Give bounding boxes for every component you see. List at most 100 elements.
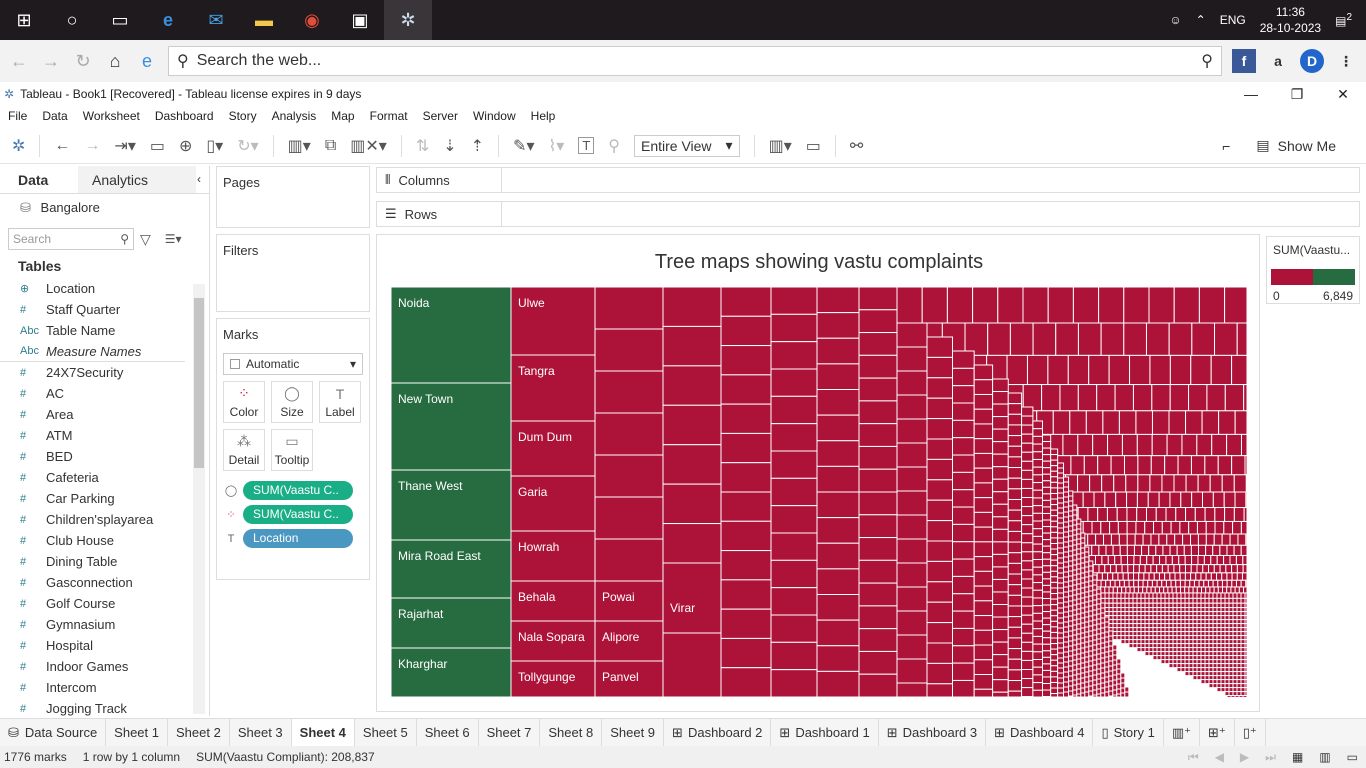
- new-story-icon[interactable]: ▯⁺: [1235, 718, 1266, 747]
- treemap-cell[interactable]: [1057, 642, 1065, 649]
- treemap-cell[interactable]: [1084, 571, 1090, 578]
- treemap-cell[interactable]: [1080, 582, 1086, 589]
- treemap-cell[interactable]: [1120, 677, 1126, 684]
- treemap-cell[interactable]: [1240, 687, 1246, 693]
- treemap-cell[interactable]: [1021, 406, 1034, 417]
- treemap-cell[interactable]: [1184, 659, 1190, 665]
- treemap-cell[interactable]: [1007, 626, 1023, 639]
- cortana-icon[interactable]: ○: [48, 0, 96, 40]
- treemap-cell[interactable]: [1129, 586, 1135, 594]
- save-icon[interactable]: ▭: [150, 136, 165, 156]
- treemap-cell[interactable]: [1007, 573, 1023, 586]
- treemap-cell[interactable]: [1084, 616, 1090, 623]
- format-painter-icon[interactable]: ⌐: [1222, 138, 1230, 154]
- treemap-cell[interactable]: [1116, 507, 1128, 522]
- treemap-cell[interactable]: [1232, 667, 1238, 673]
- treemap-cell[interactable]: [1244, 607, 1247, 613]
- menu-server[interactable]: Server: [423, 109, 458, 123]
- treemap-cell[interactable]: [1220, 683, 1226, 689]
- field-list-scrollbar[interactable]: [193, 284, 205, 714]
- treemap-cell[interactable]: [1088, 610, 1094, 617]
- treemap-cell[interactable]: [1032, 643, 1044, 653]
- treemap-cell[interactable]: [952, 385, 975, 404]
- treemap-cell[interactable]: [1196, 619, 1202, 625]
- treemap-cell[interactable]: [1225, 564, 1233, 574]
- treemap-cell[interactable]: [1076, 578, 1082, 585]
- treemap-cell[interactable]: [1244, 597, 1247, 604]
- treemap-cell[interactable]: [1100, 627, 1106, 634]
- tab-sheet-7[interactable]: Sheet 7: [479, 718, 541, 747]
- treemap-cell[interactable]: [858, 423, 898, 447]
- treemap-cell[interactable]: [1224, 384, 1245, 412]
- treemap-cell[interactable]: [1110, 564, 1117, 574]
- treemap-cell[interactable]: [1136, 607, 1142, 613]
- treemap-cell[interactable]: [1032, 558, 1044, 568]
- treemap-cell[interactable]: [1080, 672, 1086, 679]
- treemap-cell[interactable]: [1021, 668, 1034, 680]
- treemap-cell[interactable]: [896, 634, 928, 660]
- treemap-cell[interactable]: [1236, 623, 1242, 629]
- treemap-cell[interactable]: [1021, 587, 1034, 598]
- treemap-cell[interactable]: [1119, 579, 1125, 588]
- treemap-cell[interactable]: [1063, 481, 1070, 488]
- treemap-cell[interactable]: [1096, 668, 1102, 675]
- treemap-cell[interactable]: [1196, 671, 1202, 677]
- treemap-cell[interactable]: [1188, 631, 1194, 637]
- treemap-cell[interactable]: [1088, 695, 1094, 697]
- treemap-cell[interactable]: [770, 395, 818, 425]
- treemap-cell[interactable]: [973, 526, 994, 543]
- treemap-cell[interactable]: [1032, 482, 1044, 491]
- treemap-cell[interactable]: [1057, 502, 1065, 509]
- treemap-cell[interactable]: [992, 541, 1009, 555]
- treemap-cell[interactable]: [1184, 647, 1190, 653]
- treemap-cell[interactable]: [1236, 615, 1242, 621]
- treemap-cell[interactable]: [1200, 667, 1206, 673]
- treemap-cell[interactable]: [1100, 622, 1106, 629]
- treemap-cell[interactable]: [1164, 635, 1170, 641]
- treemap-cell[interactable]: [1080, 567, 1086, 574]
- sort-ascending-icon[interactable]: ⇣: [443, 136, 456, 156]
- treemap-cell[interactable]: [1200, 627, 1206, 633]
- treemap-cell[interactable]: [1057, 567, 1065, 574]
- treemap-cell[interactable]: [1076, 573, 1082, 580]
- treemap-cell[interactable]: [1224, 679, 1230, 685]
- treemap-cell[interactable]: [1042, 643, 1052, 652]
- treemap-cell[interactable]: [1231, 572, 1238, 581]
- treemap-cell[interactable]: [1147, 491, 1160, 509]
- duplicate-sheet-icon[interactable]: ⧉: [325, 137, 336, 155]
- treemap-cell[interactable]: [1152, 643, 1158, 649]
- treemap-cell[interactable]: [972, 287, 999, 324]
- treemap-cell[interactable]: [1124, 619, 1130, 625]
- more-menu-icon[interactable]: ⋮: [1334, 49, 1358, 73]
- treemap-cell[interactable]: [973, 423, 994, 440]
- treemap-cell[interactable]: [1188, 671, 1194, 677]
- treemap-cell[interactable]: [1200, 643, 1206, 649]
- treemap-cell[interactable]: [1068, 550, 1074, 557]
- treemap-cell[interactable]: [1140, 631, 1146, 637]
- treemap-cell[interactable]: [1112, 694, 1118, 697]
- treemap-cell[interactable]: [1197, 533, 1207, 546]
- treemap-cell[interactable]: [1236, 675, 1242, 681]
- treemap-cell[interactable]: [1112, 664, 1118, 671]
- treemap-cell[interactable]: [1088, 595, 1094, 602]
- treemap-cell[interactable]: [1183, 544, 1192, 556]
- treemap-cell[interactable]: [1007, 488, 1023, 500]
- treemap-cell[interactable]: [1063, 671, 1070, 678]
- treemap-cell[interactable]: [1092, 619, 1098, 626]
- treemap-cell[interactable]: [1143, 572, 1150, 581]
- treemap-cell[interactable]: [1112, 669, 1118, 676]
- treemap-cell[interactable]: [1159, 554, 1167, 566]
- treemap-cell[interactable]: [1092, 689, 1098, 696]
- treemap-cell[interactable]: [1236, 564, 1244, 574]
- treemap-cell[interactable]: [1068, 635, 1074, 642]
- treemap-cell[interactable]: [1050, 687, 1059, 695]
- treemap-cell[interactable]: [992, 428, 1009, 443]
- treemap-cell[interactable]: [1052, 410, 1071, 435]
- treemap-cell[interactable]: [1116, 623, 1122, 629]
- treemap-cell[interactable]: [1126, 491, 1138, 509]
- treemap-cell[interactable]: [1080, 687, 1086, 694]
- mark-type-select[interactable]: Automatic ▾: [223, 353, 363, 375]
- treemap-cell[interactable]: [1220, 592, 1226, 599]
- treemap-cell[interactable]: [1076, 533, 1082, 540]
- treemap-cell[interactable]: [1137, 586, 1144, 594]
